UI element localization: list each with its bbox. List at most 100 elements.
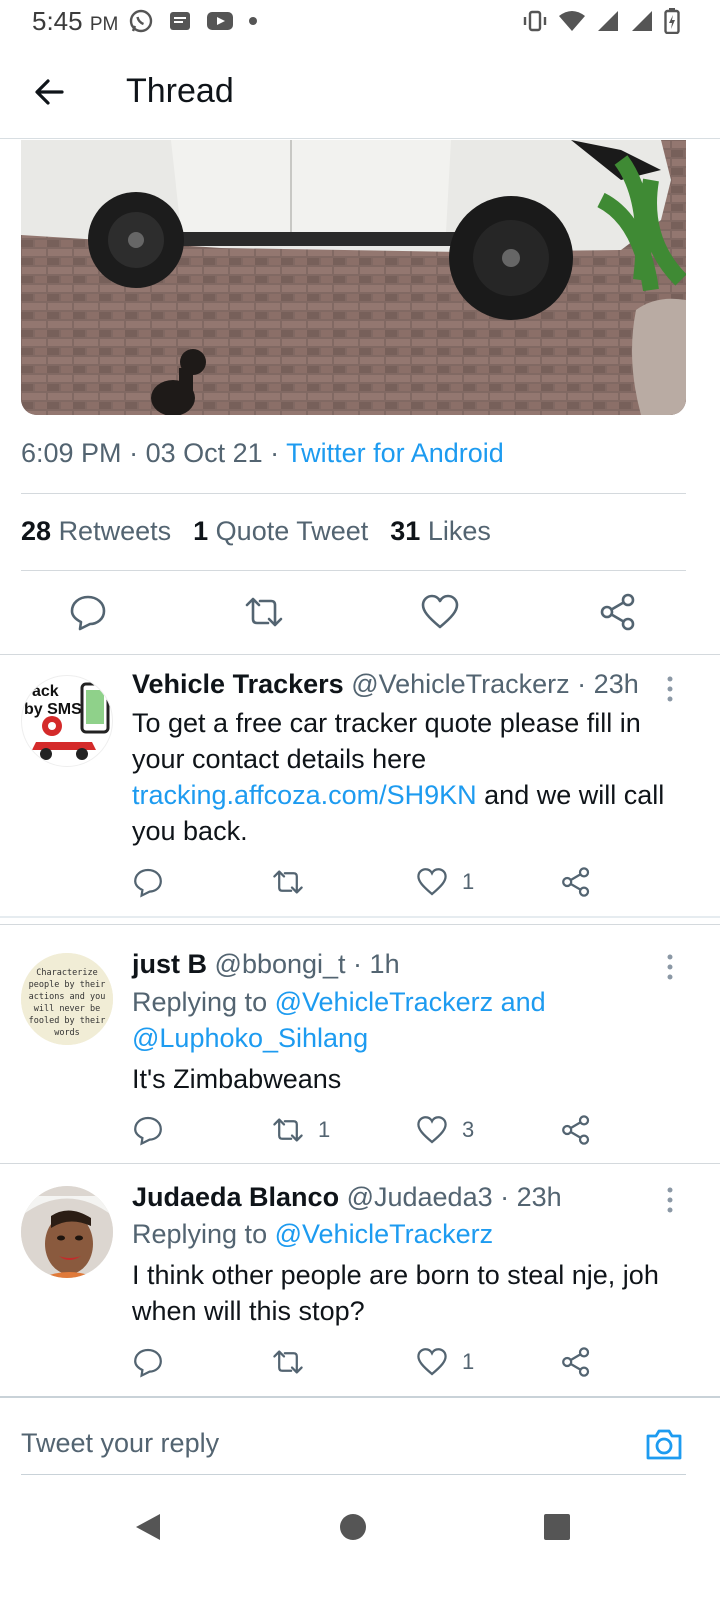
status-notification-icons <box>128 8 258 34</box>
user-name[interactable]: Judaeda Blanco <box>132 1182 339 1212</box>
retweet-button[interactable] <box>272 1346 416 1378</box>
svg-text:by SMS: by SMS <box>24 701 82 718</box>
heart-icon <box>417 1348 447 1376</box>
tweet-age: 1h <box>369 949 400 979</box>
avatar[interactable] <box>21 1186 113 1278</box>
avatar[interactable]: ack by SMS <box>21 675 113 767</box>
tracking-link[interactable]: tracking.affcoza.com/SH9KN <box>132 780 477 810</box>
quote-avatar-image: Characterize people by their actions and… <box>21 953 113 1045</box>
replying-to-link[interactable]: @VehicleTrackerz <box>275 1219 493 1249</box>
reply-button[interactable] <box>132 1346 272 1378</box>
reply-icon <box>134 1348 162 1378</box>
reply-button[interactable] <box>132 1114 272 1146</box>
page-title: Thread <box>126 72 234 110</box>
camera-button[interactable] <box>644 1424 684 1464</box>
share-button[interactable] <box>560 1346 592 1378</box>
more-options-button[interactable] <box>664 1186 676 1216</box>
divider <box>21 1474 686 1475</box>
svg-text:actions and you: actions and you <box>29 992 106 1002</box>
nav-recents-button[interactable] <box>542 1512 572 1542</box>
share-button[interactable] <box>560 1114 592 1146</box>
share-icon <box>562 867 590 897</box>
status-system-icons <box>522 8 680 34</box>
header-divider <box>0 138 720 139</box>
like-button[interactable]: 3 <box>416 1114 560 1146</box>
back-button[interactable] <box>28 70 72 114</box>
svg-text:people by their: people by their <box>29 980 106 990</box>
like-button[interactable]: 1 <box>416 1346 560 1378</box>
signal-icon-2 <box>632 11 652 31</box>
retweet-icon <box>273 870 303 894</box>
reply-tweet[interactable]: Characterize people by their actions and… <box>0 925 720 1163</box>
wifi-icon <box>559 11 585 31</box>
like-button[interactable] <box>420 592 460 632</box>
reply-tweet[interactable]: ack by SMS Vehicle Trackers @VehicleTrac… <box>0 655 720 915</box>
tweet-header: Vehicle Trackers @VehicleTrackerz · 23h <box>132 669 639 699</box>
divider <box>21 570 686 571</box>
replying-to: Replying to @VehicleTrackerz <box>132 1219 494 1249</box>
user-handle[interactable]: @VehicleTrackerz <box>351 669 569 699</box>
status-time: 5:45 PM <box>32 6 119 36</box>
vehicle-trackers-avatar-image: ack by SMS <box>24 682 110 760</box>
tweet-header: Judaeda Blanco @Judaeda3 · 23h <box>132 1182 562 1212</box>
triangle-back-icon <box>136 1514 160 1540</box>
likes-stat[interactable]: 31 Likes <box>390 516 491 547</box>
camera-icon <box>646 1429 682 1460</box>
heart-icon <box>417 1116 447 1144</box>
tweet-stats: 28 Retweets 1 Quote Tweet 31 Likes <box>21 516 491 547</box>
whatsapp-icon <box>129 9 153 33</box>
tweet-client-link[interactable]: Twitter for Android <box>286 438 504 468</box>
divider <box>0 1396 720 1398</box>
more-options-button[interactable] <box>664 675 676 705</box>
share-icon <box>600 593 635 631</box>
svg-text:fooled by their: fooled by their <box>29 1016 106 1026</box>
avatar[interactable]: Characterize people by their actions and… <box>21 953 113 1045</box>
tweet-actions: 1 3 <box>132 1114 592 1146</box>
quotes-stat[interactable]: 1 Quote Tweet <box>193 516 368 547</box>
reply-tweet[interactable]: Judaeda Blanco @Judaeda3 · 23h Replying … <box>0 1164 720 1396</box>
share-icon <box>562 1115 590 1145</box>
more-options-button[interactable] <box>664 953 676 983</box>
like-button[interactable]: 1 <box>416 866 560 898</box>
tweet-photo[interactable] <box>21 140 686 415</box>
retweets-stat[interactable]: 28 Retweets <box>21 516 171 547</box>
tweet-header: just B @bbongi_t · 1h <box>132 949 400 979</box>
retweet-icon <box>245 597 283 627</box>
heart-icon <box>421 594 459 629</box>
tweet-time: 6:09 PM <box>21 438 122 468</box>
share-icon <box>562 1347 590 1377</box>
reply-icon <box>134 1116 162 1146</box>
profile-photo-image <box>21 1186 113 1278</box>
nav-back-button[interactable] <box>132 1510 166 1544</box>
youtube-icon <box>207 12 233 30</box>
reply-input[interactable]: Tweet your reply <box>21 1428 219 1459</box>
more-vertical-icon <box>667 1187 673 1213</box>
tweet-text: To get a free car tracker quote please f… <box>132 708 665 846</box>
dot-icon <box>249 17 257 25</box>
tweet-age: 23h <box>516 1182 562 1212</box>
retweet-icon <box>273 1118 303 1142</box>
signal-icon <box>598 11 618 31</box>
user-handle[interactable]: @bbongi_t <box>215 949 346 979</box>
svg-text:Characterize: Characterize <box>36 968 97 978</box>
arrow-left-icon <box>35 79 64 105</box>
truck-photo-image <box>21 140 686 415</box>
retweet-button[interactable]: 1 <box>272 1114 416 1146</box>
tweet-age: 23h <box>593 669 639 699</box>
vibrate-icon <box>523 10 547 32</box>
tweet-meta: 6:09 PM · 03 Oct 21 · Twitter for Androi… <box>21 438 504 468</box>
user-handle[interactable]: @Judaeda3 <box>347 1182 493 1212</box>
tweet-actions: 1 <box>132 866 592 898</box>
share-button[interactable] <box>560 866 592 898</box>
tweet-actions: 1 <box>132 1346 592 1378</box>
user-name[interactable]: just B <box>132 949 207 979</box>
reply-button[interactable] <box>68 592 108 632</box>
retweet-button[interactable] <box>244 592 284 632</box>
share-button[interactable] <box>598 592 638 632</box>
retweet-button[interactable] <box>272 866 416 898</box>
svg-text:will never be: will never be <box>34 1004 101 1014</box>
reply-button[interactable] <box>132 866 272 898</box>
nav-home-button[interactable] <box>338 1512 368 1542</box>
battery-icon <box>664 8 680 34</box>
user-name[interactable]: Vehicle Trackers <box>132 669 344 699</box>
